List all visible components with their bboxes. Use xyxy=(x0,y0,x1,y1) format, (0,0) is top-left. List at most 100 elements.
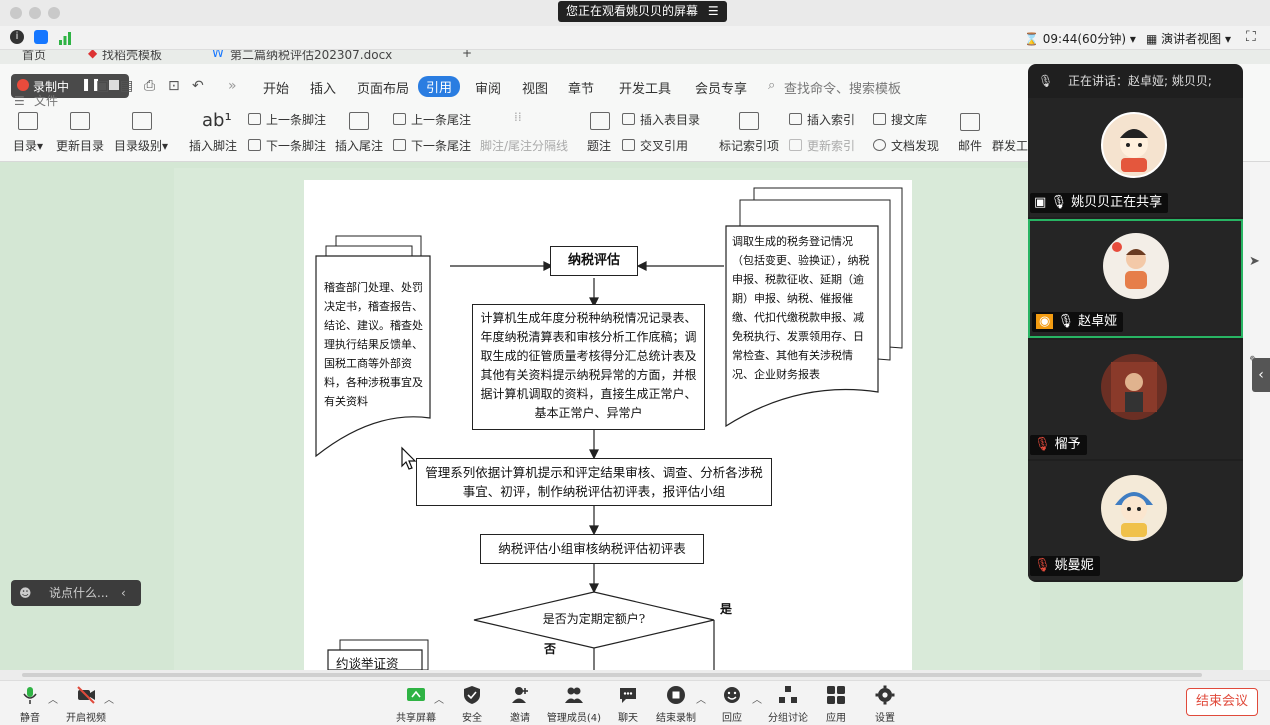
update-toc-button[interactable]: 更新目录 xyxy=(56,137,104,154)
participant-name: 姚贝贝正在共享 xyxy=(1071,195,1163,210)
save-icon[interactable]: ▣ xyxy=(96,78,109,94)
flowchart-team-box: 纳税评估小组审核纳税评估初评表 xyxy=(480,534,704,564)
tab-home[interactable]: 首页 xyxy=(22,50,46,63)
caption-button[interactable]: 题注 xyxy=(587,137,611,154)
participant-name: 姚曼妮 xyxy=(1054,558,1094,573)
mic-icon: 🎙 xyxy=(1038,74,1054,88)
flowchart-yes-label: 是 xyxy=(720,602,733,616)
flowchart-right-doc: 调取生成的税务登记情况（包括变更、验换证），纳税申报、税款征收、延期（逾期）申报… xyxy=(732,235,870,381)
avatar xyxy=(1101,354,1167,420)
undo-icon[interactable]: ↶ xyxy=(192,78,204,94)
video-options-chevron-icon[interactable]: ︿ xyxy=(104,691,114,706)
signal-icon[interactable] xyxy=(58,30,72,45)
meeting-timer[interactable]: ⌛ 09:44(60分钟) ▾ xyxy=(1024,30,1136,47)
flowchart-bottom-doc: 约谈举证资 xyxy=(336,656,399,670)
invite-label: 邀请 xyxy=(510,713,530,724)
chat-quick-input[interactable]: ☻ 说点什么... ‹ xyxy=(11,580,141,606)
emoji-icon[interactable]: ☻ xyxy=(19,580,32,606)
insert-footnote-button[interactable]: 插入脚注 xyxy=(189,137,237,154)
toc-button[interactable]: 目录▾ xyxy=(13,137,43,154)
fullscreen-icon[interactable]: ⛶ xyxy=(1246,29,1256,45)
horizontal-scrollbar[interactable] xyxy=(0,670,1270,680)
participant-tile[interactable]: 🎙 榴予 xyxy=(1028,340,1243,459)
tab-document[interactable]: 第二篇纳税评估202307.docx xyxy=(230,50,392,63)
new-tab-icon[interactable]: + xyxy=(462,50,472,60)
menu-member[interactable]: 会员专享 xyxy=(695,78,747,97)
viewing-screen-banner[interactable]: 您正在观看姚贝贝的屏幕 ☰ xyxy=(558,1,727,22)
mail-merge-button[interactable]: 群发工 xyxy=(992,137,1028,154)
participant-tile-active[interactable]: ◉ 🎙 赵卓娅 xyxy=(1028,219,1243,338)
toc-icon xyxy=(18,112,38,130)
insert-endnote-button[interactable]: 插入尾注 xyxy=(335,137,383,154)
menu-view[interactable]: 视图 xyxy=(522,78,548,97)
participant-nameplate: ◉ 🎙 赵卓娅 xyxy=(1032,312,1124,332)
mark-index-button[interactable]: 标记索引项 xyxy=(719,137,779,154)
prev-footnote-icon xyxy=(248,113,261,125)
menu-page-layout[interactable]: 页面布局 xyxy=(357,78,409,97)
apps-grid-icon xyxy=(827,686,845,704)
endnote-icon xyxy=(349,112,369,130)
chevron-left-icon[interactable]: ‹ xyxy=(121,580,126,606)
search-icon: ⌕ xyxy=(768,78,776,93)
zoom-window-button[interactable] xyxy=(48,7,60,19)
manage-members-label: 管理成员(4) xyxy=(546,713,602,724)
print-preview-icon[interactable]: ⊡ xyxy=(168,78,180,94)
menu-start[interactable]: 开始 xyxy=(263,78,289,97)
tab-templates[interactable]: 找稻壳模板 xyxy=(102,50,162,63)
participant-tile[interactable]: 🎙 姚曼妮 xyxy=(1028,461,1243,580)
end-meeting-button[interactable]: 结束会议 xyxy=(1186,688,1258,716)
prev-endnote-button[interactable]: 上一条尾注 xyxy=(411,111,471,128)
gear-icon xyxy=(875,685,895,705)
view-mode-selector[interactable]: ▦ 演讲者视图 ▾ xyxy=(1146,30,1231,47)
cross-reference-button[interactable]: 交叉引用 xyxy=(640,137,688,154)
menu-developer[interactable]: 开发工具 xyxy=(619,78,671,97)
menu-chapter[interactable]: 章节 xyxy=(568,78,594,97)
next-footnote-button[interactable]: 下一条脚注 xyxy=(266,137,326,154)
doc-discovery-button[interactable]: 文档发现 xyxy=(891,137,939,154)
toc-label: 目录 xyxy=(13,139,38,153)
toc-level-label: 目录级别 xyxy=(114,139,163,153)
more-icon[interactable]: » xyxy=(228,78,237,94)
print-icon[interactable]: ⎙ xyxy=(144,78,155,94)
search-library-icon xyxy=(873,113,886,125)
mail-button[interactable]: 邮件 xyxy=(958,137,982,154)
menu-insert[interactable]: 插入 xyxy=(310,78,336,97)
invite-button[interactable]: 邀请 xyxy=(490,685,550,724)
members-icon xyxy=(565,687,583,703)
manage-members-button[interactable]: 管理成员(4) xyxy=(544,685,604,724)
speaking-indicator: 🎙 正在讲话：赵卓娅; 姚贝贝; xyxy=(1028,64,1243,98)
pointer-icon[interactable]: ➤ xyxy=(1249,254,1260,269)
participant-tile[interactable]: ▣ 🎙 姚贝贝正在共享 xyxy=(1028,98,1243,217)
menu-review[interactable]: 审阅 xyxy=(475,78,501,97)
scrollbar-thumb[interactable] xyxy=(22,673,1202,677)
command-search[interactable]: 查找命令、搜索模板 xyxy=(784,78,901,97)
screen-share-icon: ▣ xyxy=(1034,195,1047,210)
info-icon[interactable]: i xyxy=(10,30,24,44)
settings-button[interactable]: 设置 xyxy=(855,685,915,724)
search-library-button[interactable]: 搜文库 xyxy=(891,111,927,128)
avatar xyxy=(1103,233,1169,299)
emoji-reaction-icon xyxy=(724,687,740,703)
hamburger-icon[interactable]: ☰ xyxy=(14,94,25,108)
insert-table-of-figures-button[interactable]: 插入表目录 xyxy=(640,111,700,128)
close-window-button[interactable] xyxy=(10,7,22,19)
toc-level-button[interactable]: 目录级别▾ xyxy=(114,137,168,154)
minimize-window-button[interactable] xyxy=(29,7,41,19)
file-menu[interactable]: 文件 xyxy=(34,92,58,109)
prev-footnote-button[interactable]: 上一条脚注 xyxy=(266,111,326,128)
collapse-panel-button[interactable]: ‹ xyxy=(1252,358,1270,392)
end-recording-label: 结束录制 xyxy=(656,713,696,724)
next-endnote-button[interactable]: 下一条尾注 xyxy=(411,137,471,154)
shield-check-icon[interactable] xyxy=(34,30,48,44)
export-pdf-icon[interactable]: ▤ xyxy=(120,78,133,94)
compass-icon xyxy=(873,139,886,151)
wps-writer-icon: W xyxy=(212,50,224,60)
participant-nameplate: 🎙 榴予 xyxy=(1030,435,1087,455)
recording-indicator: 录制中 ❚❚ xyxy=(11,74,129,98)
update-index-icon xyxy=(789,139,802,151)
insert-index-icon xyxy=(789,113,802,125)
insert-index-button[interactable]: 插入索引 xyxy=(807,111,855,128)
menu-references[interactable]: 引用 xyxy=(418,76,461,97)
title-bar: 您正在观看姚贝贝的屏幕 ☰ xyxy=(0,0,1270,26)
stop-icon[interactable] xyxy=(109,80,119,90)
